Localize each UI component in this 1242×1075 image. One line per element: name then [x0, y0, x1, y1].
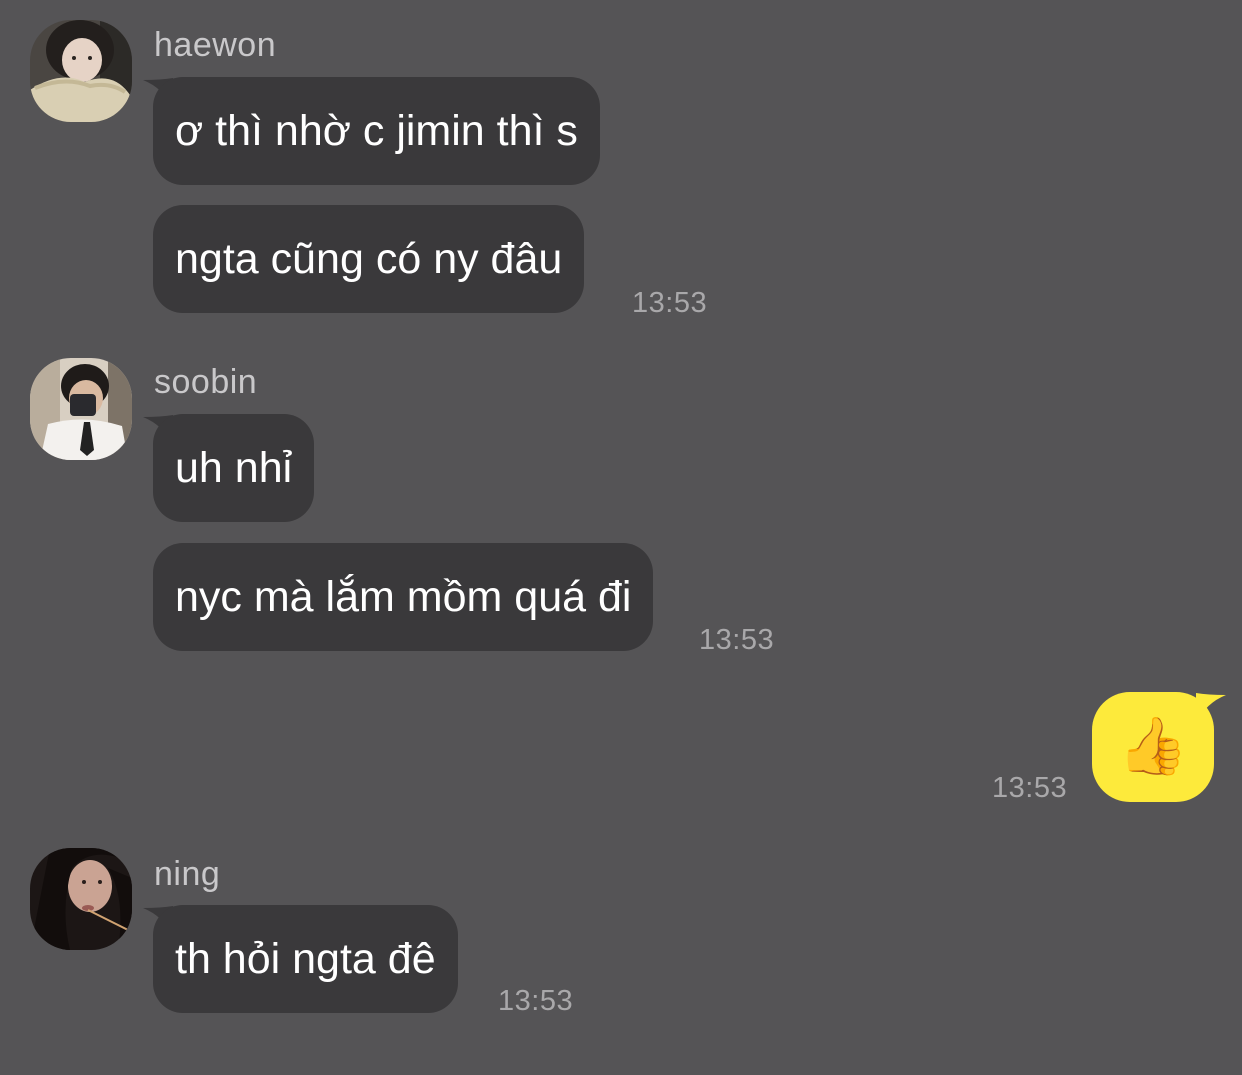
message-time: 13:53: [699, 624, 775, 656]
sender-name: haewon: [154, 26, 277, 64]
my-message-bubble[interactable]: 👍: [1092, 692, 1214, 802]
thumbs-up-icon: 👍: [1118, 714, 1188, 779]
avatar-haewon[interactable]: [30, 20, 132, 122]
sender-name: soobin: [154, 363, 258, 401]
message-bubble[interactable]: ơ thì nhờ c jimin thì s: [153, 77, 600, 185]
message-time: 13:53: [632, 287, 708, 319]
message-bubble[interactable]: nyc mà lắm mồm quá đi: [153, 543, 654, 651]
message-time: 13:53: [498, 985, 574, 1017]
message-bubble[interactable]: th hỏi ngta đê: [153, 905, 458, 1013]
message-bubble[interactable]: uh nhỉ: [153, 414, 315, 522]
avatar-ning[interactable]: [30, 848, 132, 950]
message-time: 13:53: [992, 772, 1068, 804]
message-bubble[interactable]: ngta cũng có ny đâu: [153, 205, 585, 313]
sender-name: ning: [154, 855, 221, 893]
avatar-soobin[interactable]: [30, 358, 132, 460]
